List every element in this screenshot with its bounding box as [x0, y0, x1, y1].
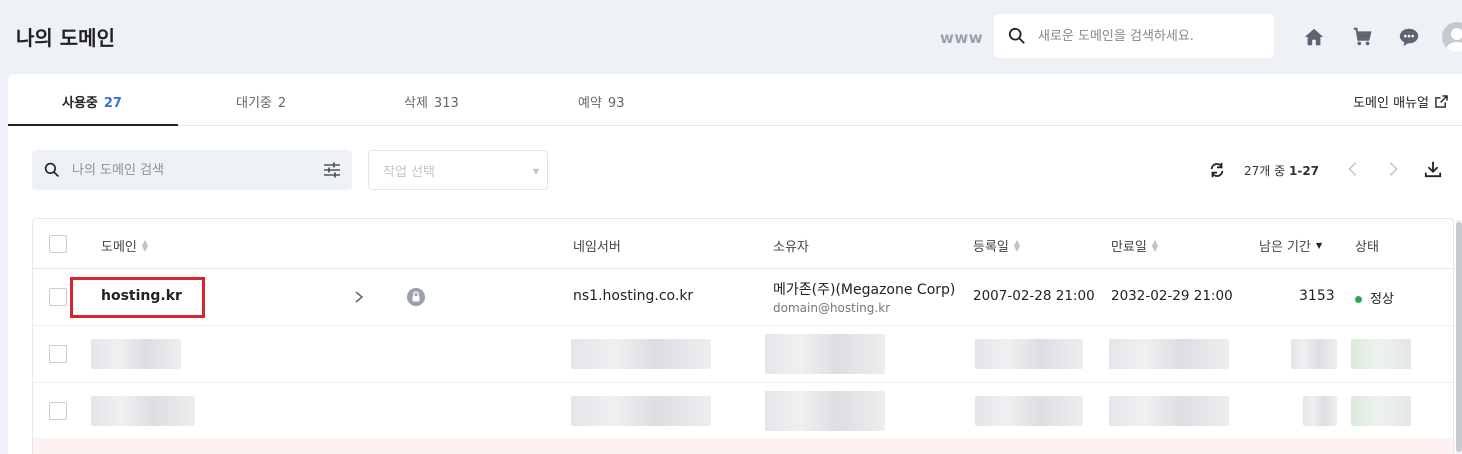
column-label: 소유자: [773, 240, 809, 255]
pagination-summary: 27개 중 1-27: [1244, 162, 1319, 179]
new-domain-search-input[interactable]: [1038, 28, 1258, 44]
remaining-days: 3153: [1299, 288, 1335, 304]
tab-label: 삭제: [404, 96, 428, 111]
redacted-nameserver: [571, 396, 711, 426]
column-registered[interactable]: 등록일 ▲ ▼: [973, 236, 1020, 255]
cart-icon[interactable]: [1351, 26, 1373, 48]
select-all-checkbox[interactable]: [49, 235, 67, 253]
domain-name-link[interactable]: hosting.kr: [101, 288, 182, 304]
column-label: 만료일: [1111, 240, 1147, 255]
status-label: 정상: [1370, 292, 1394, 307]
status-badge: 정상: [1355, 288, 1394, 307]
column-domain[interactable]: 도메인 ▲ ▼: [101, 236, 148, 255]
my-domain-search-input[interactable]: [72, 162, 292, 178]
top-header: 나의 도메인 www: [0, 0, 1462, 74]
redacted-owner: [765, 334, 885, 374]
column-remaining[interactable]: 남은 기간 ▼: [1259, 236, 1322, 255]
www-label: www: [940, 29, 984, 47]
table-row-warning[interactable]: [33, 438, 1453, 454]
redacted-expires: [1109, 396, 1229, 426]
redacted-status: [1351, 396, 1411, 426]
chevron-left-icon[interactable]: [1344, 160, 1362, 178]
redacted-owner: [765, 391, 885, 431]
active-tab-indicator: [8, 124, 178, 126]
redacted-expires: [1109, 339, 1229, 369]
registered-date: 2007-02-28 21:00: [973, 288, 1095, 304]
external-link-icon: [1435, 95, 1448, 108]
pager-range: 1-27: [1288, 164, 1320, 178]
row-checkbox[interactable]: [49, 288, 67, 306]
pager-prefix: 27개 중: [1244, 164, 1289, 178]
scrollbar-thumb[interactable]: [1456, 222, 1462, 452]
redacted-status: [1351, 339, 1411, 369]
owner-name: 메가존(주)(Megazone Corp): [773, 282, 956, 298]
domain-manual-link[interactable]: 도메인 매뉴얼: [1353, 92, 1448, 111]
table-row[interactable]: hosting.kr ns1.hosting.co.kr 메가존(주)(Mega…: [33, 269, 1453, 326]
redacted-nameserver: [571, 339, 711, 369]
tab-count: 2: [277, 96, 287, 111]
column-label: 네임서버: [573, 240, 621, 255]
support-chat-icon[interactable]: [1398, 26, 1420, 48]
manual-link-label: 도메인 매뉴얼: [1353, 96, 1429, 111]
chevron-down-icon: ▼: [532, 167, 539, 176]
chevron-right-icon[interactable]: [353, 290, 365, 304]
tab-count: 27: [103, 96, 122, 111]
status-tabs: 사용중 27 대기중 2 삭제 313 예약 93 도메인 매뉴얼: [8, 74, 1462, 126]
tab-label: 사용중: [62, 96, 98, 111]
tab-label: 예약: [578, 96, 602, 111]
domain-table: 도메인 ▲ ▼ 네임서버 소유자 등록일 ▲ ▼ 만료일 ▲ ▼ 남은 기간 ▼ 상태 hos…: [32, 218, 1454, 454]
tab-label: 대기중: [236, 96, 272, 111]
home-icon[interactable]: [1303, 26, 1325, 48]
sort-icon: ▲ ▼: [1151, 237, 1159, 253]
chevron-right-icon[interactable]: [1384, 160, 1402, 178]
row-checkbox[interactable]: [49, 345, 67, 363]
sort-desc-icon: ▼: [1315, 240, 1323, 250]
tab-count: 313: [433, 96, 459, 111]
lock-icon: [407, 288, 425, 306]
nameserver-value: ns1.hosting.co.kr: [573, 288, 694, 304]
tab-count: 93: [607, 96, 625, 111]
table-scrollbar[interactable]: [1456, 220, 1462, 454]
status-dot: [1355, 296, 1362, 303]
tab-deleted[interactable]: 삭제 313: [404, 92, 459, 111]
tab-in-use[interactable]: 사용중 27: [62, 92, 122, 111]
column-expires[interactable]: 만료일 ▲ ▼: [1111, 236, 1158, 255]
column-label: 상태: [1355, 240, 1379, 255]
domain-card: 사용중 27 대기중 2 삭제 313 예약 93 도메인 매뉴얼 작업 선택 ▼ 27…: [8, 74, 1462, 454]
sort-icon: ▲ ▼: [141, 237, 149, 253]
my-domain-search[interactable]: [32, 150, 352, 190]
download-icon[interactable]: [1424, 160, 1442, 178]
redacted-remaining: [1303, 396, 1337, 426]
search-icon: [44, 162, 59, 177]
column-status: 상태: [1355, 236, 1379, 255]
column-nameserver: 네임서버: [573, 236, 621, 255]
table-row[interactable]: [33, 383, 1453, 440]
redacted-remaining: [1291, 339, 1337, 369]
expiry-date: 2032-02-29 21:00: [1111, 288, 1233, 304]
search-icon: [1008, 27, 1025, 44]
tab-reserved[interactable]: 예약 93: [578, 92, 624, 111]
domain-search-box[interactable]: [994, 14, 1274, 58]
owner-email: domain@hosting.kr: [773, 301, 891, 315]
tab-pending[interactable]: 대기중 2: [236, 92, 286, 111]
column-label: 등록일: [973, 240, 1009, 255]
user-icon: [1446, 28, 1462, 52]
refresh-icon[interactable]: [1208, 161, 1226, 179]
column-label: 남은 기간: [1259, 240, 1311, 255]
task-select-label: 작업 선택: [383, 164, 435, 180]
user-avatar[interactable]: [1442, 22, 1462, 52]
column-label: 도메인: [101, 240, 137, 255]
redacted-domain: [91, 339, 181, 369]
redacted-registered: [975, 339, 1083, 369]
filter-settings-icon[interactable]: [322, 160, 342, 180]
table-row[interactable]: [33, 326, 1453, 383]
table-header: 도메인 ▲ ▼ 네임서버 소유자 등록일 ▲ ▼ 만료일 ▲ ▼ 남은 기간 ▼ 상태: [33, 219, 1453, 269]
redacted-domain: [91, 396, 195, 426]
row-checkbox[interactable]: [49, 402, 67, 420]
redacted-registered: [975, 396, 1083, 426]
column-owner: 소유자: [773, 236, 809, 255]
task-select-dropdown[interactable]: 작업 선택 ▼: [368, 150, 548, 190]
page-title: 나의 도메인: [16, 26, 115, 50]
sort-icon: ▲ ▼: [1013, 237, 1021, 253]
